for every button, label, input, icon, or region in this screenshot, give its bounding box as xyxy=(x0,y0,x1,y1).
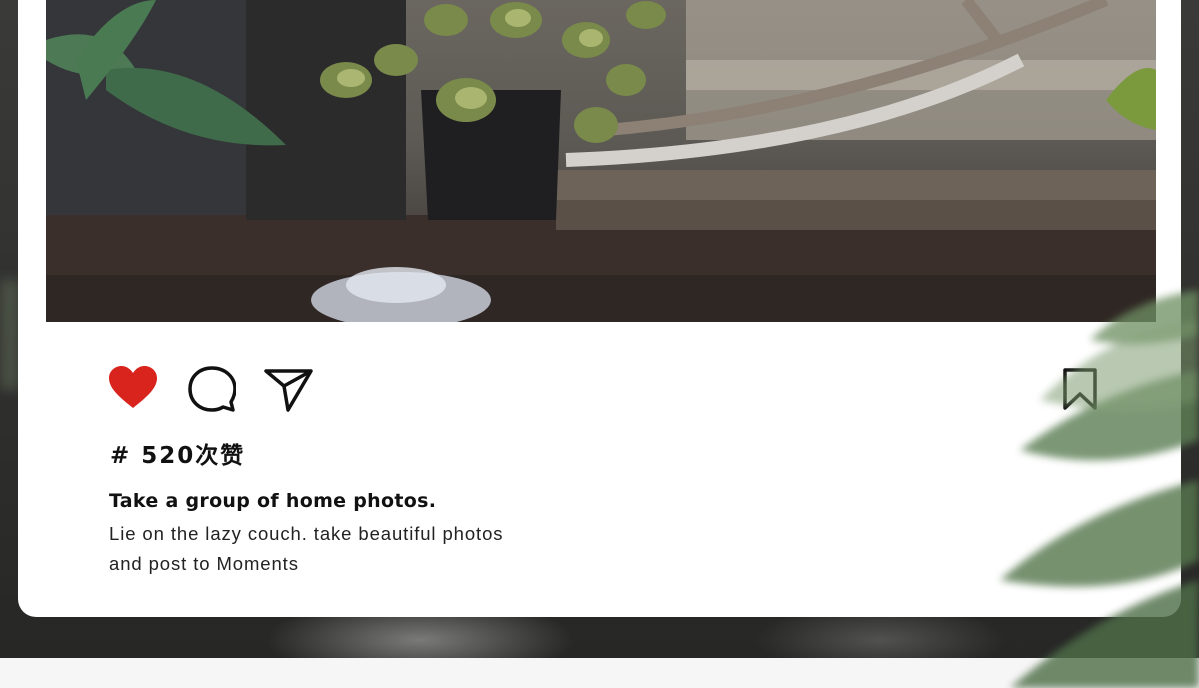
send-icon[interactable] xyxy=(264,368,314,412)
comment-icon[interactable] xyxy=(188,366,236,412)
caption-text-line-2: and post to Moments xyxy=(109,553,299,574)
post-actions-bar xyxy=(108,364,1100,414)
heart-icon[interactable] xyxy=(108,366,158,410)
blurred-monstera-leaf xyxy=(1000,290,1199,688)
caption-title: Take a group of home photos. xyxy=(109,490,437,512)
likes-count[interactable]: # 520次赞 xyxy=(110,436,245,470)
blurred-leaf-left xyxy=(0,280,20,390)
post-photo[interactable] xyxy=(46,0,1156,322)
caption-text-line-1: Lie on the lazy couch. take beautiful ph… xyxy=(109,523,504,544)
photo-illustration xyxy=(46,0,1156,322)
